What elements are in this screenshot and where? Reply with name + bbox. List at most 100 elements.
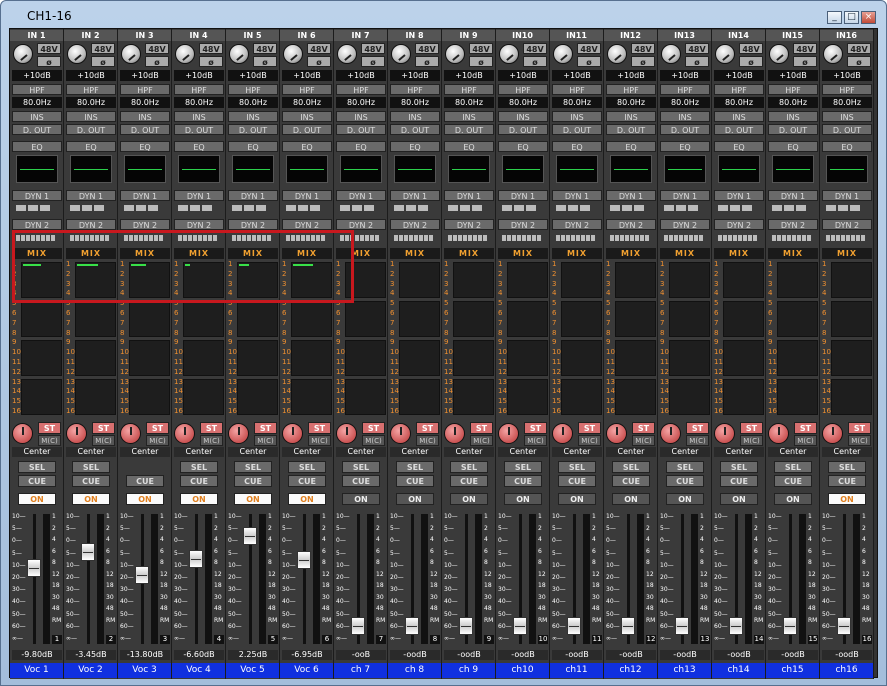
hpf-button[interactable]: HPF <box>228 84 278 95</box>
mono-center-button[interactable]: M(C) <box>794 435 817 446</box>
insert-button[interactable]: INS <box>228 111 278 122</box>
hpf-button[interactable]: HPF <box>336 84 386 95</box>
mix-send-level[interactable] <box>561 301 602 337</box>
stereo-button[interactable]: ST <box>686 422 709 434</box>
on-button[interactable]: ON <box>774 493 812 505</box>
pan-knob[interactable] <box>552 423 573 444</box>
phantom-button[interactable]: 48V <box>253 43 277 54</box>
mix-send-level[interactable] <box>507 262 548 298</box>
mix-send-level[interactable] <box>615 262 656 298</box>
insert-button[interactable]: INS <box>714 111 764 122</box>
stereo-button[interactable]: ST <box>740 422 763 434</box>
eq-curve-display[interactable] <box>124 155 166 183</box>
phantom-button[interactable]: 48V <box>145 43 169 54</box>
mix-send-level[interactable] <box>75 340 116 376</box>
cue-button[interactable]: CUE <box>612 475 650 487</box>
on-button[interactable]: ON <box>396 493 434 505</box>
dyn2-button[interactable]: DYN 2 <box>552 219 602 230</box>
channel-name[interactable]: ch16 <box>820 663 873 678</box>
eq-curve-display[interactable] <box>70 155 112 183</box>
eq-button[interactable]: EQ <box>228 141 278 152</box>
fader-knob[interactable] <box>81 542 95 561</box>
phantom-button[interactable]: 48V <box>37 43 61 54</box>
fader-knob[interactable] <box>405 617 419 636</box>
dyn1-button[interactable]: DYN 1 <box>12 190 62 201</box>
hpf-button[interactable]: HPF <box>174 84 224 95</box>
cue-button[interactable]: CUE <box>720 475 758 487</box>
mix-send-level[interactable] <box>561 379 602 415</box>
fader-knob[interactable] <box>621 617 635 636</box>
eq-curve-display[interactable] <box>16 155 58 183</box>
direct-out-button[interactable]: D. OUT <box>282 124 332 135</box>
gain-knob[interactable] <box>67 44 87 64</box>
fader-knob[interactable] <box>243 526 257 545</box>
hpf-button[interactable]: HPF <box>552 84 602 95</box>
eq-curve-display[interactable] <box>664 155 706 183</box>
gain-knob[interactable] <box>13 44 33 64</box>
pan-knob[interactable] <box>444 423 465 444</box>
gain-knob[interactable] <box>769 44 789 64</box>
pan-knob[interactable] <box>498 423 519 444</box>
phase-button[interactable]: ø <box>415 56 439 67</box>
mix-send-level[interactable] <box>399 262 440 298</box>
gain-knob[interactable] <box>121 44 141 64</box>
dyn2-button[interactable]: DYN 2 <box>390 219 440 230</box>
hpf-button[interactable]: HPF <box>660 84 710 95</box>
phase-button[interactable]: ø <box>847 56 871 67</box>
mono-center-button[interactable]: M(C) <box>632 435 655 446</box>
eq-button[interactable]: EQ <box>444 141 494 152</box>
dyn2-button[interactable]: DYN 2 <box>714 219 764 230</box>
mix-send-level[interactable] <box>723 340 764 376</box>
on-button[interactable]: ON <box>720 493 758 505</box>
dyn1-button[interactable]: DYN 1 <box>282 190 332 201</box>
mix-send-level[interactable] <box>723 262 764 298</box>
mix-send-level[interactable] <box>777 262 818 298</box>
fader-knob[interactable] <box>351 617 365 636</box>
dyn2-button[interactable]: DYN 2 <box>822 219 872 230</box>
phase-button[interactable]: ø <box>469 56 493 67</box>
eq-curve-display[interactable] <box>826 155 868 183</box>
on-button[interactable]: ON <box>504 493 542 505</box>
channel-name[interactable]: Voc 6 <box>280 663 333 678</box>
channel-name[interactable]: ch 7 <box>334 663 387 678</box>
dyn2-button[interactable]: DYN 2 <box>768 219 818 230</box>
mix-send-level[interactable] <box>831 262 872 298</box>
insert-button[interactable]: INS <box>444 111 494 122</box>
eq-curve-display[interactable] <box>178 155 220 183</box>
pan-knob[interactable] <box>336 423 357 444</box>
eq-button[interactable]: EQ <box>12 141 62 152</box>
hpf-button[interactable]: HPF <box>606 84 656 95</box>
phantom-button[interactable]: 48V <box>361 43 385 54</box>
mix-send-level[interactable] <box>615 301 656 337</box>
phase-button[interactable]: ø <box>523 56 547 67</box>
on-button[interactable]: ON <box>126 493 164 505</box>
fader-track[interactable] <box>303 514 306 644</box>
eq-curve-display[interactable] <box>718 155 760 183</box>
cue-button[interactable]: CUE <box>774 475 812 487</box>
phantom-button[interactable]: 48V <box>685 43 709 54</box>
gain-knob[interactable] <box>499 44 519 64</box>
mix-send-level[interactable] <box>615 340 656 376</box>
on-button[interactable]: ON <box>828 493 866 505</box>
stereo-button[interactable]: ST <box>524 422 547 434</box>
select-button[interactable]: SEL <box>666 461 704 473</box>
eq-curve-display[interactable] <box>610 155 652 183</box>
cue-button[interactable]: CUE <box>72 475 110 487</box>
insert-button[interactable]: INS <box>606 111 656 122</box>
dyn1-button[interactable]: DYN 1 <box>444 190 494 201</box>
fader-knob[interactable] <box>135 566 149 584</box>
hpf-button[interactable]: HPF <box>390 84 440 95</box>
phantom-button[interactable]: 48V <box>631 43 655 54</box>
phantom-button[interactable]: 48V <box>793 43 817 54</box>
mix-send-level[interactable] <box>129 340 170 376</box>
mix-send-level[interactable] <box>777 340 818 376</box>
phantom-button[interactable]: 48V <box>91 43 115 54</box>
stereo-button[interactable]: ST <box>254 422 277 434</box>
phase-button[interactable]: ø <box>91 56 115 67</box>
dyn2-button[interactable]: DYN 2 <box>66 219 116 230</box>
mix-send-level[interactable] <box>399 301 440 337</box>
mix-send-level[interactable] <box>453 379 494 415</box>
phantom-button[interactable]: 48V <box>577 43 601 54</box>
fader-track[interactable] <box>33 514 36 644</box>
phantom-button[interactable]: 48V <box>469 43 493 54</box>
